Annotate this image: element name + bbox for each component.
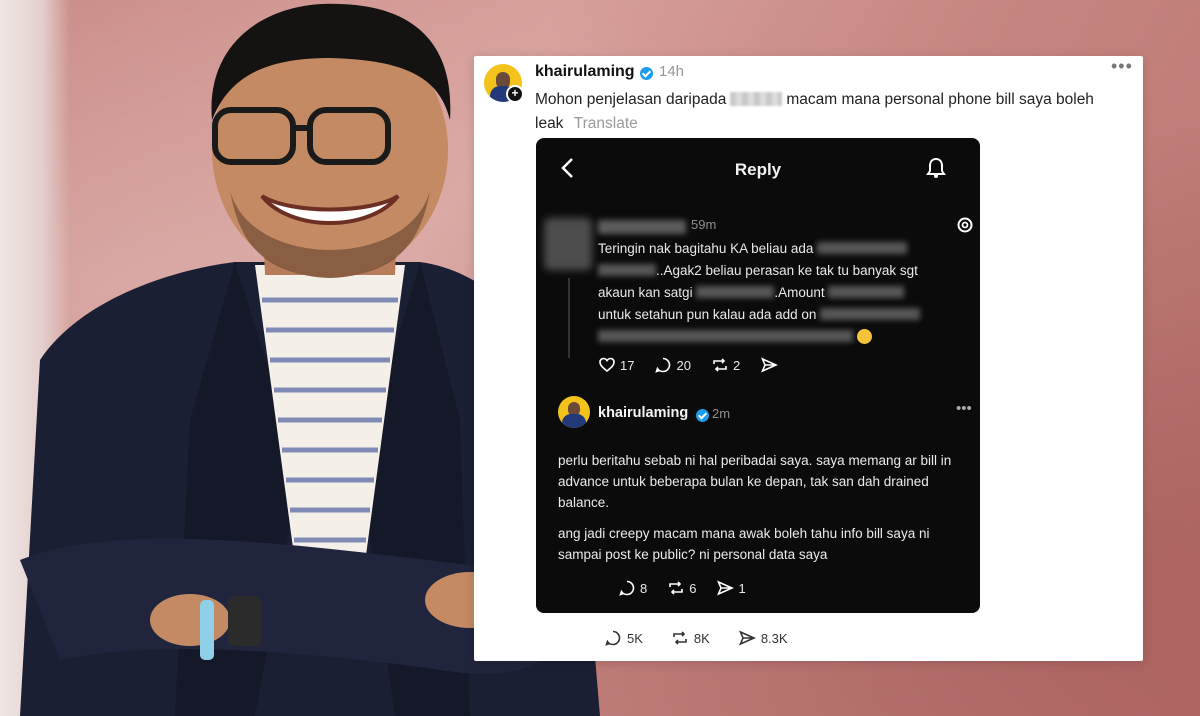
threads-logo-icon bbox=[957, 217, 973, 233]
comment2-timestamp: 2m bbox=[712, 406, 731, 421]
redacted-text bbox=[598, 330, 853, 342]
comment2-paragraph2: ang jadi creepy macam mana awak boleh ta… bbox=[558, 526, 930, 562]
more-options-icon[interactable]: ••• bbox=[956, 400, 972, 417]
redacted-text bbox=[828, 286, 905, 298]
redacted-text bbox=[820, 308, 921, 320]
reply-count: 8 bbox=[640, 580, 648, 596]
comment2-actions: 8 6 1 bbox=[618, 579, 746, 597]
notification-bell-icon[interactable] bbox=[924, 156, 948, 180]
post-text: Mohon penjelasan daripada macam mana pers… bbox=[535, 88, 1125, 136]
comment-bubble-icon bbox=[605, 630, 621, 646]
post-username[interactable]: khairulaming bbox=[535, 63, 635, 81]
repost-icon bbox=[669, 581, 684, 595]
reply-button[interactable]: 8 bbox=[618, 579, 647, 597]
heart-icon bbox=[599, 357, 615, 373]
screenshot-title: Reply bbox=[734, 160, 782, 179]
post-reply-button[interactable]: 5K bbox=[604, 629, 643, 647]
share-button[interactable]: 1 bbox=[716, 579, 746, 597]
comment-bubble-icon bbox=[655, 357, 671, 373]
more-options-icon[interactable]: ••• bbox=[1111, 56, 1133, 77]
share-button[interactable] bbox=[760, 356, 779, 374]
comment1-line3: akaun kan satgi bbox=[598, 285, 693, 300]
embedded-screenshot: Reply 59m Teringin nak bagitahu KA belia… bbox=[536, 138, 980, 613]
like-button[interactable]: 17 bbox=[598, 356, 634, 374]
comment1-actions: 17 20 2 bbox=[598, 356, 779, 374]
send-icon bbox=[761, 357, 779, 373]
comment-bubble-icon bbox=[619, 580, 635, 596]
comment1-timestamp: 59m bbox=[691, 217, 717, 232]
post-card: + khairulaming 14h ••• Mohon penjelasan … bbox=[474, 56, 1143, 661]
follow-plus-icon[interactable]: + bbox=[506, 85, 524, 103]
repost-count: 2 bbox=[732, 357, 741, 373]
comment1-avatar-blurred bbox=[544, 218, 592, 270]
post-actions: 5K 8K 8.3K bbox=[604, 629, 788, 647]
comment1-line3b: .Amount bbox=[774, 285, 825, 300]
redacted-text bbox=[730, 92, 783, 106]
smile-emoji-icon bbox=[857, 329, 872, 344]
reply-button[interactable]: 20 bbox=[654, 356, 691, 374]
redacted-text bbox=[598, 264, 656, 276]
comment2-avatar[interactable] bbox=[558, 396, 590, 428]
repost-button[interactable]: 2 bbox=[711, 356, 740, 374]
comment1-line2: ..Agak2 beliau perasan ke tak tu banyak … bbox=[656, 263, 918, 278]
verified-badge-icon bbox=[696, 409, 709, 422]
post-reply-count: 5K bbox=[627, 630, 643, 646]
redacted-text bbox=[817, 242, 908, 254]
post-timestamp: 14h bbox=[659, 63, 685, 80]
comment1-text: Teringin nak bagitahu KA beliau ada ..Ag… bbox=[598, 238, 968, 348]
redacted-text bbox=[696, 286, 775, 298]
send-icon bbox=[738, 630, 756, 646]
reply-count: 20 bbox=[676, 357, 691, 373]
post-share-count: 8.3K bbox=[760, 630, 788, 646]
post-repost-count: 8K bbox=[693, 630, 710, 646]
share-count: 1 bbox=[738, 580, 746, 596]
repost-count: 6 bbox=[689, 580, 697, 596]
comment1-line4: untuk setahun pun kalau ada add on bbox=[598, 307, 817, 322]
comment2-paragraph1: perlu beritahu sebab ni hal peribadai sa… bbox=[558, 453, 952, 510]
repost-icon bbox=[713, 358, 727, 372]
comment1-username-blurred bbox=[598, 220, 686, 234]
repost-icon bbox=[673, 631, 687, 645]
comment2-username[interactable]: khairulaming bbox=[598, 405, 688, 421]
verified-badge-icon bbox=[640, 67, 653, 80]
post-share-button[interactable]: 8.3K bbox=[738, 629, 788, 647]
translate-link[interactable]: Translate bbox=[574, 115, 638, 132]
send-icon bbox=[717, 580, 735, 596]
post-text-part1: Mohon penjelasan daripada bbox=[535, 91, 727, 108]
repost-button[interactable]: 6 bbox=[667, 579, 696, 597]
comment1-line1: Teringin nak bagitahu KA beliau ada bbox=[598, 241, 814, 256]
post-repost-button[interactable]: 8K bbox=[671, 629, 710, 647]
comment2-text: perlu beritahu sebab ni hal peribadai sa… bbox=[558, 450, 968, 575]
thread-line bbox=[568, 278, 570, 358]
like-count: 17 bbox=[620, 357, 635, 373]
